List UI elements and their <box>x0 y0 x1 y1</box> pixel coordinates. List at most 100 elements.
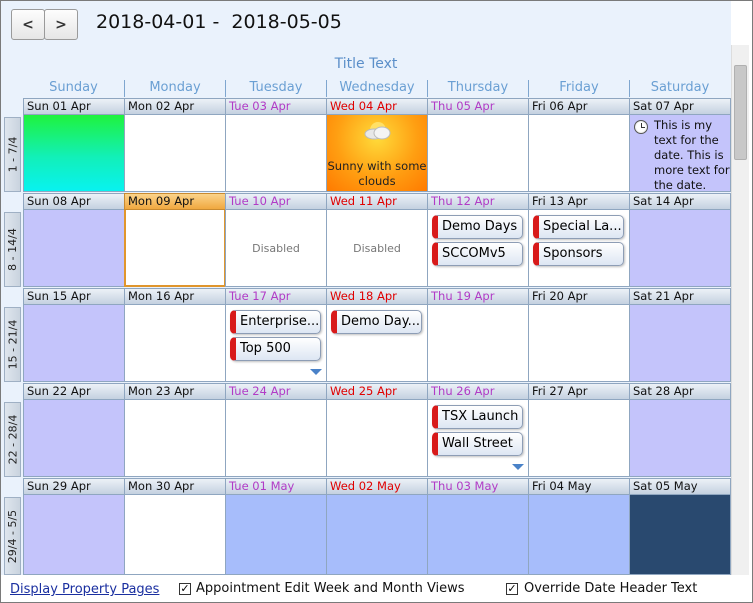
date-header[interactable]: Sat 05 May <box>629 478 731 495</box>
appointment[interactable]: Demo Day... <box>331 310 422 334</box>
day-cell[interactable] <box>124 115 226 192</box>
date-header[interactable]: Tue 01 May <box>225 478 327 495</box>
more-appointments-arrow-icon[interactable] <box>512 464 524 470</box>
day-cell[interactable] <box>528 495 630 575</box>
date-header[interactable]: Thu 03 May <box>427 478 529 495</box>
weather-line-1: Sunny with some <box>327 159 427 173</box>
date-header[interactable]: Tue 24 Apr <box>225 383 327 400</box>
date-header[interactable]: Wed 02 May <box>326 478 428 495</box>
appointment[interactable]: SCCOMv5 <box>432 242 523 266</box>
day-cell[interactable] <box>528 115 630 192</box>
date-header[interactable]: Sat 28 Apr <box>629 383 731 400</box>
date-header[interactable]: Wed 11 Apr <box>326 193 428 210</box>
appointment[interactable]: Wall Street <box>432 432 523 456</box>
date-header[interactable]: Wed 25 Apr <box>326 383 428 400</box>
day-cell[interactable] <box>427 495 529 575</box>
week-label[interactable]: 15 - 21/4 <box>4 307 21 382</box>
appointment-edit-label: Appointment Edit Week and Month Views <box>196 581 465 596</box>
day-header-saturday: Saturday <box>629 80 730 97</box>
date-header[interactable]: Sat 21 Apr <box>629 288 731 305</box>
appointment[interactable]: Sponsors <box>533 242 624 266</box>
day-cell-disabled: Disabled <box>225 210 327 287</box>
next-button[interactable]: > <box>44 9 78 40</box>
day-cell-selected[interactable] <box>124 210 226 287</box>
override-date-header-checkbox[interactable]: ✓ <box>506 583 518 595</box>
day-cell[interactable] <box>629 305 731 382</box>
date-header[interactable]: Fri 20 Apr <box>528 288 630 305</box>
date-header-selected[interactable]: Mon 09 Apr <box>124 193 226 210</box>
date-header[interactable]: Thu 05 Apr <box>427 98 529 115</box>
weather-line-2: clouds <box>358 174 396 188</box>
date-header[interactable]: Mon 23 Apr <box>124 383 226 400</box>
week-label[interactable]: 29/4 - 5/5 <box>4 497 21 575</box>
date-header[interactable]: Mon 16 Apr <box>124 288 226 305</box>
day-cell[interactable] <box>124 305 226 382</box>
week-label[interactable]: 1 - 7/4 <box>4 117 21 192</box>
day-cell[interactable] <box>629 210 731 287</box>
more-appointments-arrow-icon[interactable] <box>310 369 322 375</box>
date-header[interactable]: Sun 01 Apr <box>23 98 125 115</box>
day-cell[interactable] <box>225 495 327 575</box>
prev-button[interactable]: < <box>11 9 45 40</box>
date-header[interactable]: Wed 04 Apr <box>326 98 428 115</box>
day-cell[interactable]: TSX Launch Wall Street <box>427 400 529 477</box>
day-cell[interactable] <box>427 115 529 192</box>
date-header[interactable]: Sun 22 Apr <box>23 383 125 400</box>
date-header[interactable]: Thu 12 Apr <box>427 193 529 210</box>
day-cell[interactable] <box>528 305 630 382</box>
day-header-thursday: Thursday <box>427 80 528 97</box>
day-cell[interactable] <box>427 305 529 382</box>
date-header[interactable]: Sun 29 Apr <box>23 478 125 495</box>
appointment[interactable]: Enterprise... <box>230 310 321 334</box>
day-cell[interactable] <box>326 400 428 477</box>
date-header[interactable]: Mon 02 Apr <box>124 98 226 115</box>
appointment[interactable]: Top 500 <box>230 337 321 361</box>
date-header[interactable]: Tue 17 Apr <box>225 288 327 305</box>
vertical-scrollbar[interactable] <box>731 45 749 575</box>
date-header[interactable]: Tue 03 Apr <box>225 98 327 115</box>
appointment[interactable]: TSX Launch <box>432 405 523 429</box>
day-cell[interactable] <box>124 495 226 575</box>
day-cell[interactable] <box>23 400 125 477</box>
day-cell[interactable] <box>629 495 731 575</box>
date-header[interactable]: Wed 18 Apr <box>326 288 428 305</box>
day-cell[interactable]: Enterprise... Top 500 <box>225 305 327 382</box>
day-cell[interactable] <box>124 400 226 477</box>
week-label[interactable]: 8 - 14/4 <box>4 212 21 287</box>
week-label[interactable]: 22 - 28/4 <box>4 402 21 477</box>
day-cell[interactable] <box>326 495 428 575</box>
day-cell[interactable]: Demo Day... <box>326 305 428 382</box>
date-header[interactable]: Tue 10 Apr <box>225 193 327 210</box>
date-header[interactable]: Mon 30 Apr <box>124 478 226 495</box>
display-property-pages-link[interactable]: Display Property Pages <box>10 582 159 597</box>
appointment[interactable]: Special La... <box>533 215 624 239</box>
date-header[interactable]: Sun 15 Apr <box>23 288 125 305</box>
day-cell[interactable] <box>528 400 630 477</box>
day-cell[interactable] <box>225 115 327 192</box>
date-header[interactable]: Sun 08 Apr <box>23 193 125 210</box>
appointment-edit-checkbox[interactable]: ✓ <box>179 583 191 595</box>
override-date-header-label: Override Date Header Text <box>524 581 698 596</box>
day-cell[interactable] <box>23 305 125 382</box>
date-header[interactable]: Sat 14 Apr <box>629 193 731 210</box>
day-cell[interactable] <box>23 495 125 575</box>
day-cell[interactable]: Special La... Sponsors <box>528 210 630 287</box>
date-header[interactable]: Thu 19 Apr <box>427 288 529 305</box>
day-cell-weather[interactable]: Sunny with some clouds <box>326 115 428 192</box>
day-cell[interactable] <box>629 400 731 477</box>
day-cell-note[interactable]: This is my text for the date. This is mo… <box>629 115 731 192</box>
date-header[interactable]: Fri 06 Apr <box>528 98 630 115</box>
day-cell-disabled: Disabled <box>326 210 428 287</box>
date-header[interactable]: Thu 26 Apr <box>427 383 529 400</box>
day-cell[interactable] <box>23 115 125 192</box>
date-header[interactable]: Sat 07 Apr <box>629 98 731 115</box>
date-header[interactable]: Fri 13 Apr <box>528 193 630 210</box>
date-range-title: 2018-04-01 - 2018-05-05 <box>96 11 342 33</box>
day-cell[interactable]: Demo Days SCCOMv5 <box>427 210 529 287</box>
appointment[interactable]: Demo Days <box>432 215 523 239</box>
day-cell[interactable] <box>225 400 327 477</box>
day-cell[interactable] <box>23 210 125 287</box>
date-header[interactable]: Fri 04 May <box>528 478 630 495</box>
scrollbar-thumb[interactable] <box>734 65 747 160</box>
date-header[interactable]: Fri 27 Apr <box>528 383 630 400</box>
